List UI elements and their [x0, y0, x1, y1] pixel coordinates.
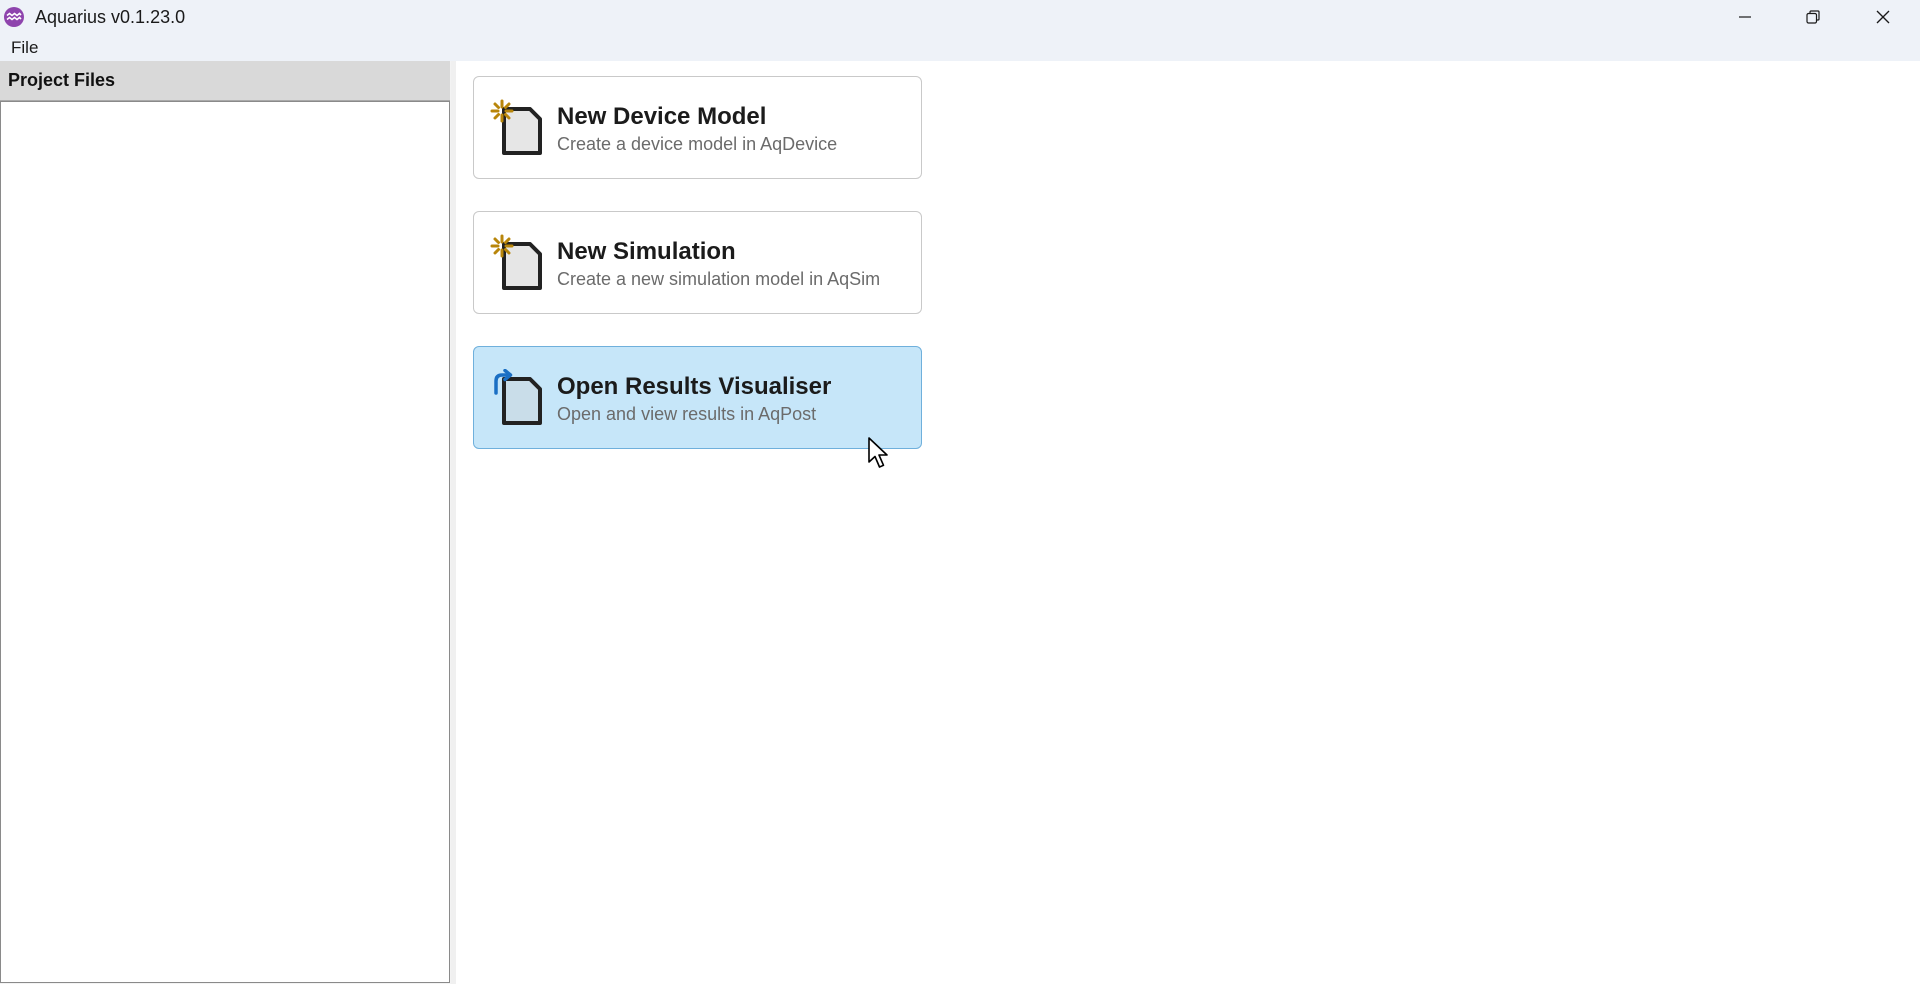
card-subtitle: Create a new simulation model in AqSim: [557, 269, 881, 289]
open-file-icon: [494, 369, 542, 425]
new-device-model-button[interactable]: New Device Model Create a device model i…: [473, 76, 922, 179]
pane-splitter[interactable]: [451, 61, 456, 984]
app-window: Aquarius v0.1.23.0 File Project Files Ne…: [0, 0, 1920, 1008]
open-results-visualiser-button[interactable]: Open Results Visualiser Open and view re…: [473, 346, 922, 449]
new-file-icon: [490, 99, 542, 155]
card-title: New Device Model: [557, 103, 767, 130]
restore-icon: [1806, 10, 1820, 24]
window-title: Aquarius v0.1.23.0: [35, 7, 186, 27]
restore-button[interactable]: [1778, 0, 1848, 34]
close-icon: [1876, 10, 1890, 24]
project-files-header: Project Files: [0, 61, 450, 101]
card-title: New Simulation: [557, 238, 736, 265]
new-simulation-button[interactable]: New Simulation Create a new simulation m…: [473, 211, 922, 314]
minimize-icon: [1739, 16, 1751, 18]
card-title: Open Results Visualiser: [557, 373, 832, 400]
project-files-title: Project Files: [8, 70, 116, 90]
title-bar[interactable]: Aquarius v0.1.23.0: [0, 0, 1920, 34]
menu-bar: File: [0, 34, 1920, 61]
new-file-icon: [490, 234, 542, 290]
project-files-pane: Project Files: [0, 61, 451, 984]
card-subtitle: Create a device model in AqDevice: [557, 134, 838, 154]
mouse-pointer-icon: [868, 437, 888, 468]
project-files-tree[interactable]: [0, 101, 450, 983]
menu-file[interactable]: File: [11, 38, 38, 58]
minimize-button[interactable]: [1710, 0, 1780, 34]
close-button[interactable]: [1848, 0, 1918, 34]
card-subtitle: Open and view results in AqPost: [557, 404, 817, 424]
aquarius-logo-icon: [4, 7, 24, 27]
